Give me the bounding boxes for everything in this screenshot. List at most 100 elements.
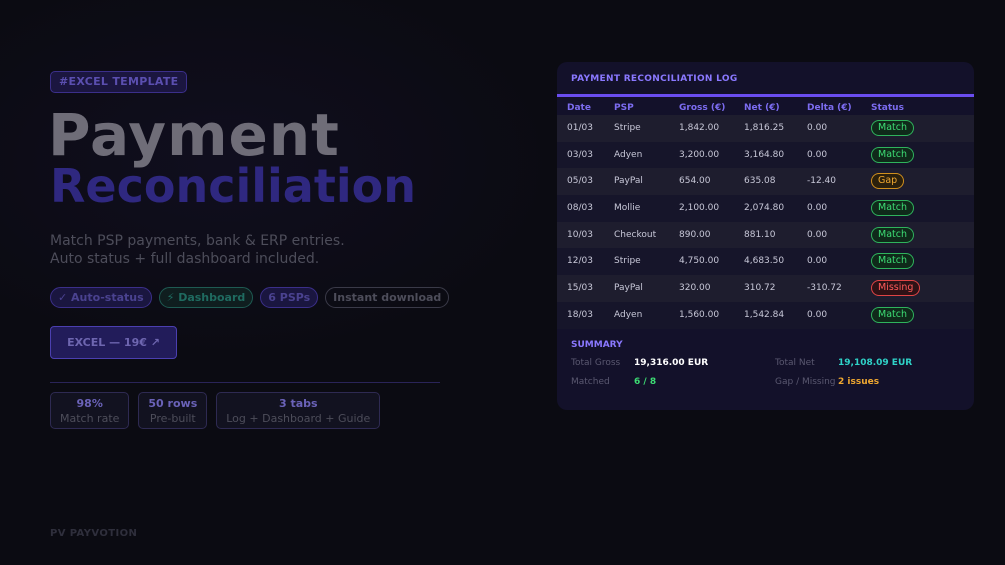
table-body: 01/03 Stripe 1,842.00 1,816.25 0.00 Match 03/0… (557, 115, 974, 329)
stat-tabs: 3 tabs Log + Dashboard + Guide (216, 392, 381, 429)
cell-gross: 4,750.00 (679, 256, 720, 267)
summary-section: SUMMARY Total Gross 19,316.00 EUR Total … (557, 329, 974, 405)
cell-delta: 0.00 (807, 256, 828, 267)
cell-psp: Stripe (614, 256, 641, 267)
subtitle-line2: Auto status + full dashboard included. (50, 251, 320, 267)
cell-psp: PayPal (614, 283, 643, 294)
total-gross-value: 19,316.00 EUR (634, 357, 709, 368)
cell-date: 18/03 (567, 309, 593, 320)
reconciliation-log-panel: PAYMENT RECONCILIATION LOG Date PSP Gros… (557, 62, 974, 410)
subtitle-line1: Match PSP payments, bank & ERP entries. (50, 233, 345, 249)
summary-row-totals: Total Gross 19,316.00 EUR Total Net 19,1… (571, 356, 960, 375)
pill-psps: 6 PSPs (260, 287, 319, 308)
buy-excel-button[interactable]: EXCEL — 19€ ↗ (50, 326, 177, 359)
status-badge: Match (871, 226, 914, 243)
cell-net: 1,542.84 (744, 309, 785, 320)
cell-date: 03/03 (567, 149, 593, 160)
stat-label: Log + Dashboard + Guide (226, 412, 371, 425)
pill-auto-status: ✓ Auto-status (50, 287, 152, 308)
cell-status: Missing (871, 275, 921, 302)
status-badge: Match (871, 253, 914, 270)
table-row: 15/03 PayPal 320.00 310.72 -310.72 Missing (557, 275, 974, 302)
cell-status: Match (871, 142, 914, 169)
cell-net: 2,074.80 (744, 203, 785, 214)
cell-status: Match (871, 248, 914, 275)
stat-label: Pre-built (149, 412, 196, 425)
table-row: 05/03 PayPal 654.00 635.08 -12.40 Gap (557, 168, 974, 196)
cell-delta: 0.00 (807, 309, 828, 320)
summary-title: SUMMARY (571, 339, 623, 350)
cell-date: 15/03 (567, 283, 593, 294)
table-row: 03/03 Adyen 3,200.00 3,164.80 0.00 Match (557, 141, 974, 169)
template-tag: #EXCEL TEMPLATE (50, 71, 188, 93)
subtitle: Match PSP payments, bank & ERP entries. … (50, 232, 345, 268)
status-badge: Match (871, 306, 914, 323)
table-row: 08/03 Mollie 2,100.00 2,074.80 0.00 Match (557, 195, 974, 222)
cell-date: 12/03 (567, 256, 593, 267)
cell-psp: Stripe (614, 123, 641, 133)
cell-status: Match (871, 115, 914, 142)
stat-rows: 50 rows Pre-built (138, 392, 208, 429)
stats-row: 98% Match rate 50 rows Pre-built 3 tabs … (50, 392, 381, 429)
cell-psp: Adyen (614, 149, 643, 160)
stat-match-rate: 98% Match rate (50, 392, 130, 429)
cell-net: 4,683.50 (744, 256, 785, 267)
cell-gross: 1,842.00 (679, 123, 720, 133)
status-badge: Match (871, 120, 914, 136)
status-badge: Match (871, 146, 914, 163)
cell-delta: 0.00 (807, 229, 828, 240)
pill-dashboard: ⚡ Dashboard (158, 287, 254, 308)
status-badge: Gap (871, 173, 905, 190)
stat-value: 98% (76, 397, 103, 410)
table-row: 10/03 Checkout 890.00 881.10 0.00 Match (557, 221, 974, 249)
cell-date: 08/03 (567, 203, 593, 214)
summary-row-status: Matched 6 / 8 Gap / Missing 2 issues (571, 375, 960, 394)
cell-psp: Adyen (614, 309, 643, 320)
table-header: Date PSP Gross (€) Net (€) Delta (€) Sta… (557, 97, 974, 115)
cell-date: 05/03 (567, 176, 593, 187)
panel-title: PAYMENT RECONCILIATION LOG (557, 62, 974, 97)
total-net-label: Total Net (775, 357, 815, 368)
cell-psp: PayPal (614, 176, 643, 187)
table-row: 12/03 Stripe 4,750.00 4,683.50 0.00 Match (557, 248, 974, 276)
total-net-value: 19,108.09 EUR (838, 357, 913, 368)
cell-net: 1,816.25 (744, 123, 785, 133)
cell-delta: 0.00 (807, 149, 828, 160)
table-row: 18/03 Adyen 1,560.00 1,542.84 0.00 Match (557, 301, 974, 329)
feature-pills: ✓ Auto-status ⚡ Dashboard 6 PSPs Instant… (50, 287, 450, 308)
cell-gross: 3,200.00 (679, 149, 720, 160)
matched-value: 6 / 8 (634, 376, 657, 387)
cell-net: 881.10 (744, 229, 776, 240)
cell-net: 635.08 (744, 176, 776, 187)
cell-gross: 890.00 (679, 229, 711, 240)
status-badge: Match (871, 200, 914, 217)
cell-psp: Mollie (614, 203, 641, 214)
cell-status: Match (871, 302, 914, 329)
cell-net: 310.72 (744, 283, 776, 294)
stat-value: 3 tabs (278, 397, 318, 410)
cell-gross: 2,100.00 (679, 203, 720, 214)
gap-missing-value: 2 issues (838, 376, 880, 387)
table-row: 01/03 Stripe 1,842.00 1,816.25 0.00 Match (557, 115, 974, 142)
cell-gross: 654.00 (679, 176, 711, 187)
stat-value: 50 rows (148, 397, 198, 410)
cell-gross: 320.00 (679, 283, 711, 294)
pill-instant-download: Instant download (325, 287, 450, 308)
brand-logo: PV PAYVOTION (50, 528, 138, 539)
cell-delta: 0.00 (807, 203, 828, 214)
cell-date: 01/03 (567, 123, 593, 133)
cell-status: Match (871, 195, 914, 222)
cell-date: 10/03 (567, 229, 593, 240)
status-badge: Missing (871, 280, 921, 297)
page-title-line2: Reconciliation (50, 159, 416, 213)
cell-psp: Checkout (614, 229, 657, 240)
cell-delta: -12.40 (807, 176, 837, 187)
cell-gross: 1,560.00 (679, 309, 720, 320)
cell-delta: -310.72 (807, 283, 842, 294)
gap-missing-label: Gap / Missing (775, 376, 836, 387)
cell-net: 3,164.80 (744, 149, 785, 160)
cell-status: Match (871, 222, 914, 249)
total-gross-label: Total Gross (571, 357, 621, 368)
stat-label: Match rate (60, 412, 120, 425)
cell-status: Gap (871, 168, 905, 195)
